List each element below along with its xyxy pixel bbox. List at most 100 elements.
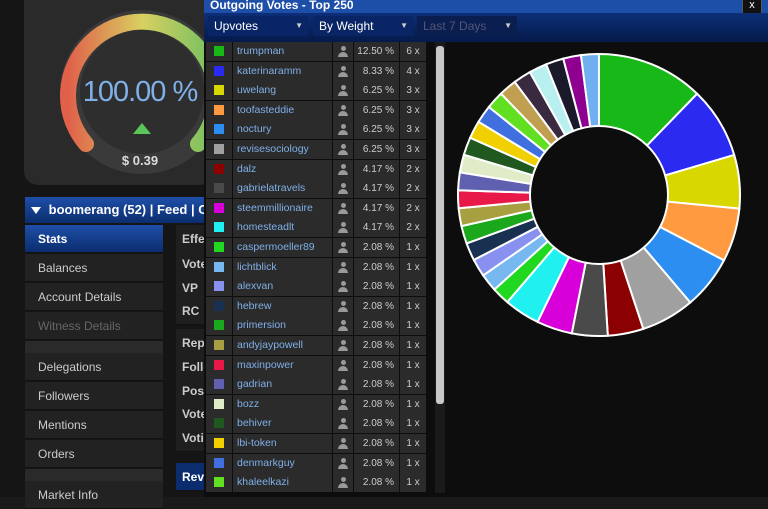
user-icon[interactable] [333, 198, 353, 218]
vote-account-name[interactable]: steemmillionaire [233, 198, 332, 218]
sort-select[interactable]: By Weight ▼ [313, 16, 413, 36]
vote-account-name[interactable]: denmarkguy [233, 453, 332, 473]
color-swatch-cell [206, 355, 232, 375]
vote-row[interactable]: maxinpower 2.08 % 1 x [206, 355, 432, 376]
vote-account-name[interactable]: gabrielatravels [233, 179, 332, 199]
user-icon[interactable] [333, 277, 353, 297]
user-icon[interactable] [333, 179, 353, 199]
caret-down-icon[interactable] [31, 207, 41, 215]
menu-item-market-info[interactable]: Market Info [25, 481, 163, 509]
account-name[interactable]: boomerang (52) [49, 202, 147, 217]
vote-row[interactable]: andyjaypowell 2.08 % 1 x [206, 336, 432, 356]
vote-value: $ 0.39 [121, 153, 159, 168]
user-icon[interactable] [333, 473, 353, 493]
account-bar[interactable]: boomerang (52) | Feed | Com [25, 197, 215, 223]
list-scrollbar[interactable] [435, 42, 445, 493]
vote-row[interactable]: uwelang 6.25 % 3 x [206, 81, 432, 102]
vote-account-name[interactable]: bozz [233, 394, 332, 414]
menu-item-followers[interactable]: Followers [25, 382, 163, 410]
vote-account-name[interactable]: trumpman [233, 42, 332, 61]
user-icon[interactable] [333, 394, 353, 414]
color-swatch [214, 340, 224, 350]
vote-account-name[interactable]: gadrian [233, 375, 332, 395]
vote-row[interactable]: lbi-token 2.08 % 1 x [206, 434, 432, 454]
color-swatch [214, 281, 224, 292]
menu-item-balances[interactable]: Balances [25, 254, 163, 282]
dialog-titlebar: Outgoing Votes - Top 250 x [204, 0, 768, 15]
vote-row[interactable]: hebrew 2.08 % 1 x [206, 296, 432, 317]
menu-item-orders[interactable]: Orders [25, 440, 163, 468]
vote-account-name[interactable]: revisesociology [233, 140, 332, 159]
vote-account-name[interactable]: homesteadlt [233, 218, 332, 238]
vote-account-name[interactable]: khaleelkazi [233, 473, 332, 493]
user-icon[interactable] [333, 42, 353, 61]
vote-row[interactable]: lichtblick 2.08 % 1 x [206, 257, 432, 278]
vote-count: 2 x [400, 218, 426, 238]
vote-row[interactable]: primersion 2.08 % 1 x [206, 316, 432, 337]
user-icon[interactable] [333, 61, 353, 81]
vote-row[interactable]: trumpman 12.50 % 6 x [206, 42, 432, 62]
user-icon[interactable] [333, 414, 353, 434]
color-swatch [214, 65, 224, 76]
user-icon[interactable] [333, 453, 353, 473]
user-icon[interactable] [333, 81, 353, 101]
vote-account-name[interactable]: hebrew [233, 296, 332, 316]
vote-count: 1 x [400, 453, 426, 473]
vote-account-name[interactable]: alexvan [233, 277, 332, 297]
vote-account-name[interactable]: katerinaramm [233, 61, 332, 81]
vote-account-name[interactable]: noctury [233, 120, 332, 140]
vote-type-select[interactable]: Upvotes ▼ [208, 16, 308, 36]
vote-account-name[interactable]: lichtblick [233, 257, 332, 277]
vote-percent: 2.08 % [354, 336, 399, 355]
user-icon[interactable] [333, 140, 353, 159]
user-icon[interactable] [333, 296, 353, 316]
vote-row[interactable]: steemmillionaire 4.17 % 2 x [206, 198, 432, 219]
vote-account-name[interactable]: andyjaypowell [233, 336, 332, 355]
user-icon[interactable] [333, 316, 353, 336]
vote-row[interactable]: homesteadlt 4.17 % 2 x [206, 218, 432, 239]
vote-account-name[interactable]: lbi-token [233, 434, 332, 453]
user-icon[interactable] [333, 257, 353, 277]
user-icon[interactable] [333, 159, 353, 179]
user-icon[interactable] [333, 375, 353, 395]
user-icon[interactable] [333, 100, 353, 120]
user-icon[interactable] [333, 434, 353, 453]
separator: | [149, 202, 154, 217]
vote-row[interactable]: toofasteddie 6.25 % 3 x [206, 100, 432, 121]
vote-row[interactable]: gadrian 2.08 % 1 x [206, 375, 432, 396]
vote-account-name[interactable]: dalz [233, 159, 332, 179]
color-swatch-cell [206, 473, 232, 493]
vote-row[interactable]: gabrielatravels 4.17 % 2 x [206, 179, 432, 200]
menu-item-stats[interactable]: Stats [25, 225, 163, 253]
chevron-down-icon: ▼ [504, 21, 512, 30]
vote-account-name[interactable]: behiver [233, 414, 332, 434]
vote-account-name[interactable]: maxinpower [233, 355, 332, 375]
vote-percent: 4.17 % [354, 198, 399, 218]
vote-percent: 6.25 % [354, 120, 399, 140]
user-icon[interactable] [333, 336, 353, 355]
vote-row[interactable]: noctury 6.25 % 3 x [206, 120, 432, 141]
vote-account-name[interactable]: caspermoeller89 [233, 238, 332, 257]
menu-item-mentions[interactable]: Mentions [25, 411, 163, 439]
color-swatch-cell [206, 120, 232, 140]
vote-row[interactable]: alexvan 2.08 % 1 x [206, 277, 432, 298]
vote-row[interactable]: khaleelkazi 2.08 % 1 x [206, 473, 432, 493]
menu-item-account-details[interactable]: Account Details [25, 283, 163, 311]
vote-account-name[interactable]: toofasteddie [233, 100, 332, 120]
vote-account-name[interactable]: primersion [233, 316, 332, 336]
vote-row[interactable]: dalz 4.17 % 2 x [206, 159, 432, 180]
user-icon[interactable] [333, 218, 353, 238]
vote-row[interactable]: behiver 2.08 % 1 x [206, 414, 432, 435]
user-icon[interactable] [333, 238, 353, 257]
vote-row[interactable]: katerinaramm 8.33 % 4 x [206, 61, 432, 82]
vote-row[interactable]: revisesociology 6.25 % 3 x [206, 140, 432, 160]
user-icon[interactable] [333, 355, 353, 375]
vote-row[interactable]: denmarkguy 2.08 % 1 x [206, 453, 432, 474]
feed-link[interactable]: Feed [157, 202, 187, 217]
vote-row[interactable]: caspermoeller89 2.08 % 1 x [206, 238, 432, 258]
vote-row[interactable]: bozz 2.08 % 1 x [206, 394, 432, 415]
menu-item-delegations[interactable]: Delegations [25, 353, 163, 381]
user-icon[interactable] [333, 120, 353, 140]
scrollbar-thumb[interactable] [436, 46, 444, 404]
vote-account-name[interactable]: uwelang [233, 81, 332, 101]
